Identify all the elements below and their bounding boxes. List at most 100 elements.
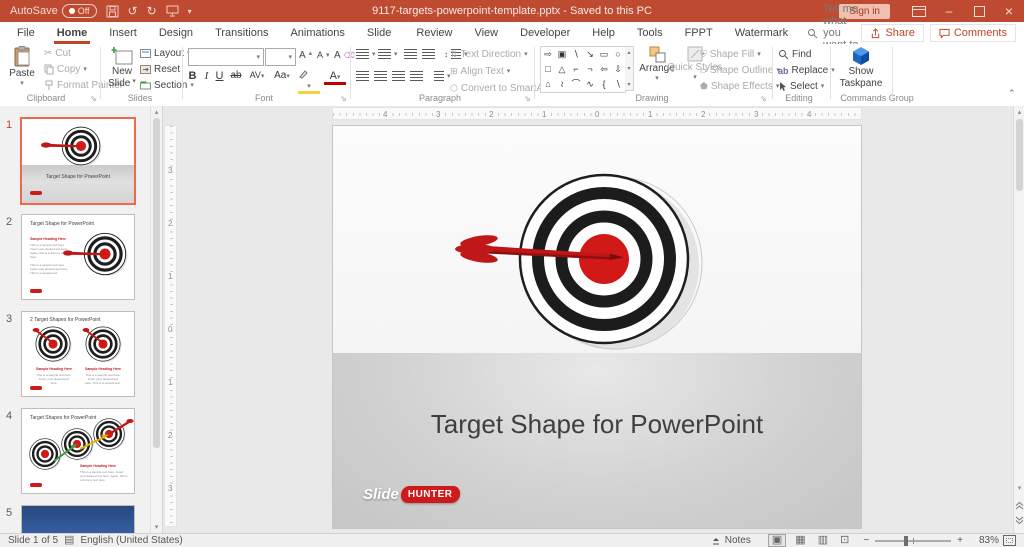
tab-design[interactable]: Design <box>148 22 204 44</box>
next-slide-button[interactable] <box>1015 516 1024 525</box>
scroll-up-icon[interactable]: ▴ <box>1014 108 1024 116</box>
thumbnail-slide-2[interactable]: Target Shape for PowerPoint Sample Headi… <box>21 214 135 300</box>
find-button[interactable]: Find <box>778 49 811 60</box>
thumbnail-scrollbar[interactable]: ▴ ▾ <box>150 106 162 533</box>
ribbon-display-options-button[interactable] <box>904 0 934 22</box>
numbering-button[interactable]: ▾ <box>378 49 398 59</box>
normal-view-button[interactable]: ▣ <box>767 534 787 547</box>
slide-title-text[interactable]: Target Shape for PowerPoint <box>333 409 861 440</box>
change-case-button[interactable]: Aa▾ <box>272 70 292 81</box>
spell-check-icon[interactable]: ▤ <box>64 535 74 546</box>
customize-qat-icon[interactable]: ▾ <box>188 7 192 16</box>
thumbnail-slide-1[interactable]: Target Shape for PowerPoint <box>20 117 136 205</box>
slide-sorter-view-button[interactable]: ▦ <box>795 535 805 546</box>
shape-icon[interactable]: ⌐ <box>573 65 578 74</box>
minimize-button[interactable]: – <box>934 0 964 22</box>
shrink-font-button[interactable]: A ▾ <box>317 50 330 60</box>
paste-button[interactable]: Paste ▾ <box>4 46 40 87</box>
tab-transitions[interactable]: Transitions <box>204 22 279 44</box>
autosave-toggle[interactable]: AutoSave Off <box>10 4 97 18</box>
shape-icon[interactable]: ∖ <box>573 50 579 59</box>
shape-icon[interactable]: { <box>602 80 605 89</box>
slide-canvas[interactable]: Target Shape for PowerPoint Slide HUNTER <box>332 125 862 529</box>
tab-file[interactable]: File <box>6 22 46 44</box>
clipboard-dialog-launcher[interactable]: ⇘ <box>90 94 97 103</box>
scroll-down-icon[interactable]: ▾ <box>1014 484 1024 492</box>
share-button[interactable]: Share <box>861 24 924 42</box>
shape-icon[interactable]: ⇩ <box>614 65 622 74</box>
shape-icon[interactable]: ⌂ <box>545 80 550 89</box>
paragraph-dialog-launcher[interactable]: ⇘ <box>524 94 531 103</box>
shape-icon[interactable]: △ <box>559 65 566 74</box>
thumb-scrollbar-thumb[interactable] <box>153 118 160 448</box>
font-name-select[interactable]: ▾ <box>188 48 264 66</box>
tab-watermark[interactable]: Watermark <box>724 22 799 44</box>
undo-icon[interactable]: ↺ <box>128 4 138 18</box>
fit-to-window-button[interactable] <box>1003 535 1016 546</box>
shape-icon[interactable]: ⇦ <box>600 65 608 74</box>
zoom-out-button[interactable]: − <box>863 535 869 546</box>
tab-slide-show[interactable]: Slide Show <box>356 22 406 61</box>
replace-button[interactable]: ab Replace ▾ <box>778 65 835 76</box>
zoom-level[interactable]: 83% <box>971 535 999 546</box>
shape-icon[interactable]: □ <box>545 65 550 74</box>
align-text-button[interactable]: ⊞ Align Text ▾ <box>450 66 510 77</box>
thumbnail-slide-5[interactable] <box>21 505 135 533</box>
redo-icon[interactable]: ↻ <box>147 4 157 18</box>
italic-button[interactable]: I <box>200 70 213 82</box>
increase-indent-button[interactable] <box>422 49 435 59</box>
target-graphic[interactable] <box>333 126 861 528</box>
reading-view-button[interactable]: ▥ <box>818 535 828 546</box>
shape-gallery-scroll[interactable]: ▴ ▾ ▾ <box>625 46 634 91</box>
thumb-scroll-up-icon[interactable]: ▴ <box>151 108 162 116</box>
align-left-button[interactable] <box>356 71 369 81</box>
main-vertical-scrollbar[interactable]: ▴ ▾ <box>1013 106 1024 533</box>
shape-icon[interactable]: ▭ <box>600 50 609 59</box>
shape-icon[interactable]: ↘ <box>586 50 594 59</box>
shape-outline-button[interactable]: ▱ Shape Outline ▾ <box>700 65 780 76</box>
shape-icon[interactable]: ⇨ <box>544 50 552 59</box>
cut-button[interactable]: ✂ Cut <box>44 48 71 59</box>
show-taskpane-button[interactable]: Show Taskpane <box>838 46 884 90</box>
new-slide-button[interactable]: New Slide ▾ <box>102 46 142 90</box>
tab-help[interactable]: Help <box>581 22 626 44</box>
slideshow-view-button[interactable]: ⊡ <box>840 535 849 546</box>
reset-button[interactable]: Reset <box>140 64 180 75</box>
gallery-down-icon[interactable]: ▾ <box>627 65 630 72</box>
tab-insert[interactable]: Insert <box>98 22 148 44</box>
decrease-indent-button[interactable] <box>404 49 417 59</box>
close-button[interactable]: × <box>994 0 1024 22</box>
shape-icon[interactable]: ∖ <box>615 80 621 89</box>
shape-fill-button[interactable]: ⛨ Shape Fill ▾ <box>700 49 761 60</box>
bullets-button[interactable]: ▾ <box>356 49 376 59</box>
restore-button[interactable] <box>964 0 994 22</box>
clear-formatting-button[interactable]: A⌫ <box>334 50 355 61</box>
comments-button[interactable]: Comments <box>929 24 1016 42</box>
align-center-button[interactable] <box>374 71 387 81</box>
shape-effects-button[interactable]: ⬟ Shape Effects ▾ <box>700 81 779 92</box>
highlight-color-button[interactable]: ▾ <box>298 70 320 94</box>
shape-icon[interactable]: ○ <box>615 50 620 59</box>
shape-icon[interactable]: ∿ <box>586 80 594 89</box>
font-color-button[interactable]: A▾ <box>324 70 346 85</box>
grow-font-button[interactable]: A ▴ <box>299 50 312 61</box>
font-dialog-launcher[interactable]: ⇘ <box>340 94 347 103</box>
language-indicator[interactable]: English (United States) <box>80 535 182 546</box>
zoom-in-button[interactable]: + <box>957 535 963 546</box>
start-slideshow-icon[interactable] <box>166 5 179 17</box>
gallery-up-icon[interactable]: ▴ <box>627 49 630 56</box>
notes-button[interactable]: Notes <box>711 535 751 546</box>
shape-icon[interactable]: ⌒ <box>571 80 580 89</box>
zoom-slider-thumb[interactable] <box>904 535 909 546</box>
shape-gallery[interactable]: ⇨ ▣ ∖ ↘ ▭ ○ □ △ ⌐ ¬ ⇦ ⇩ ⌂ ≀ ⌒ ∿ {∖ <box>540 46 626 93</box>
gallery-more-icon[interactable]: ▾ <box>627 81 630 88</box>
previous-slide-button[interactable] <box>1015 501 1024 510</box>
justify-button[interactable] <box>410 71 423 81</box>
scrollbar-thumb[interactable] <box>1016 119 1023 191</box>
thumb-scroll-down-icon[interactable]: ▾ <box>151 523 162 531</box>
shape-icon[interactable]: ¬ <box>587 65 592 74</box>
thumbnail-slide-4[interactable]: Target Shapes for PowerPoint Sample Head… <box>21 408 135 494</box>
tab-review[interactable]: Review <box>405 22 463 44</box>
align-right-button[interactable] <box>392 71 405 81</box>
collapse-ribbon-button[interactable]: ⌃ <box>1008 88 1016 99</box>
